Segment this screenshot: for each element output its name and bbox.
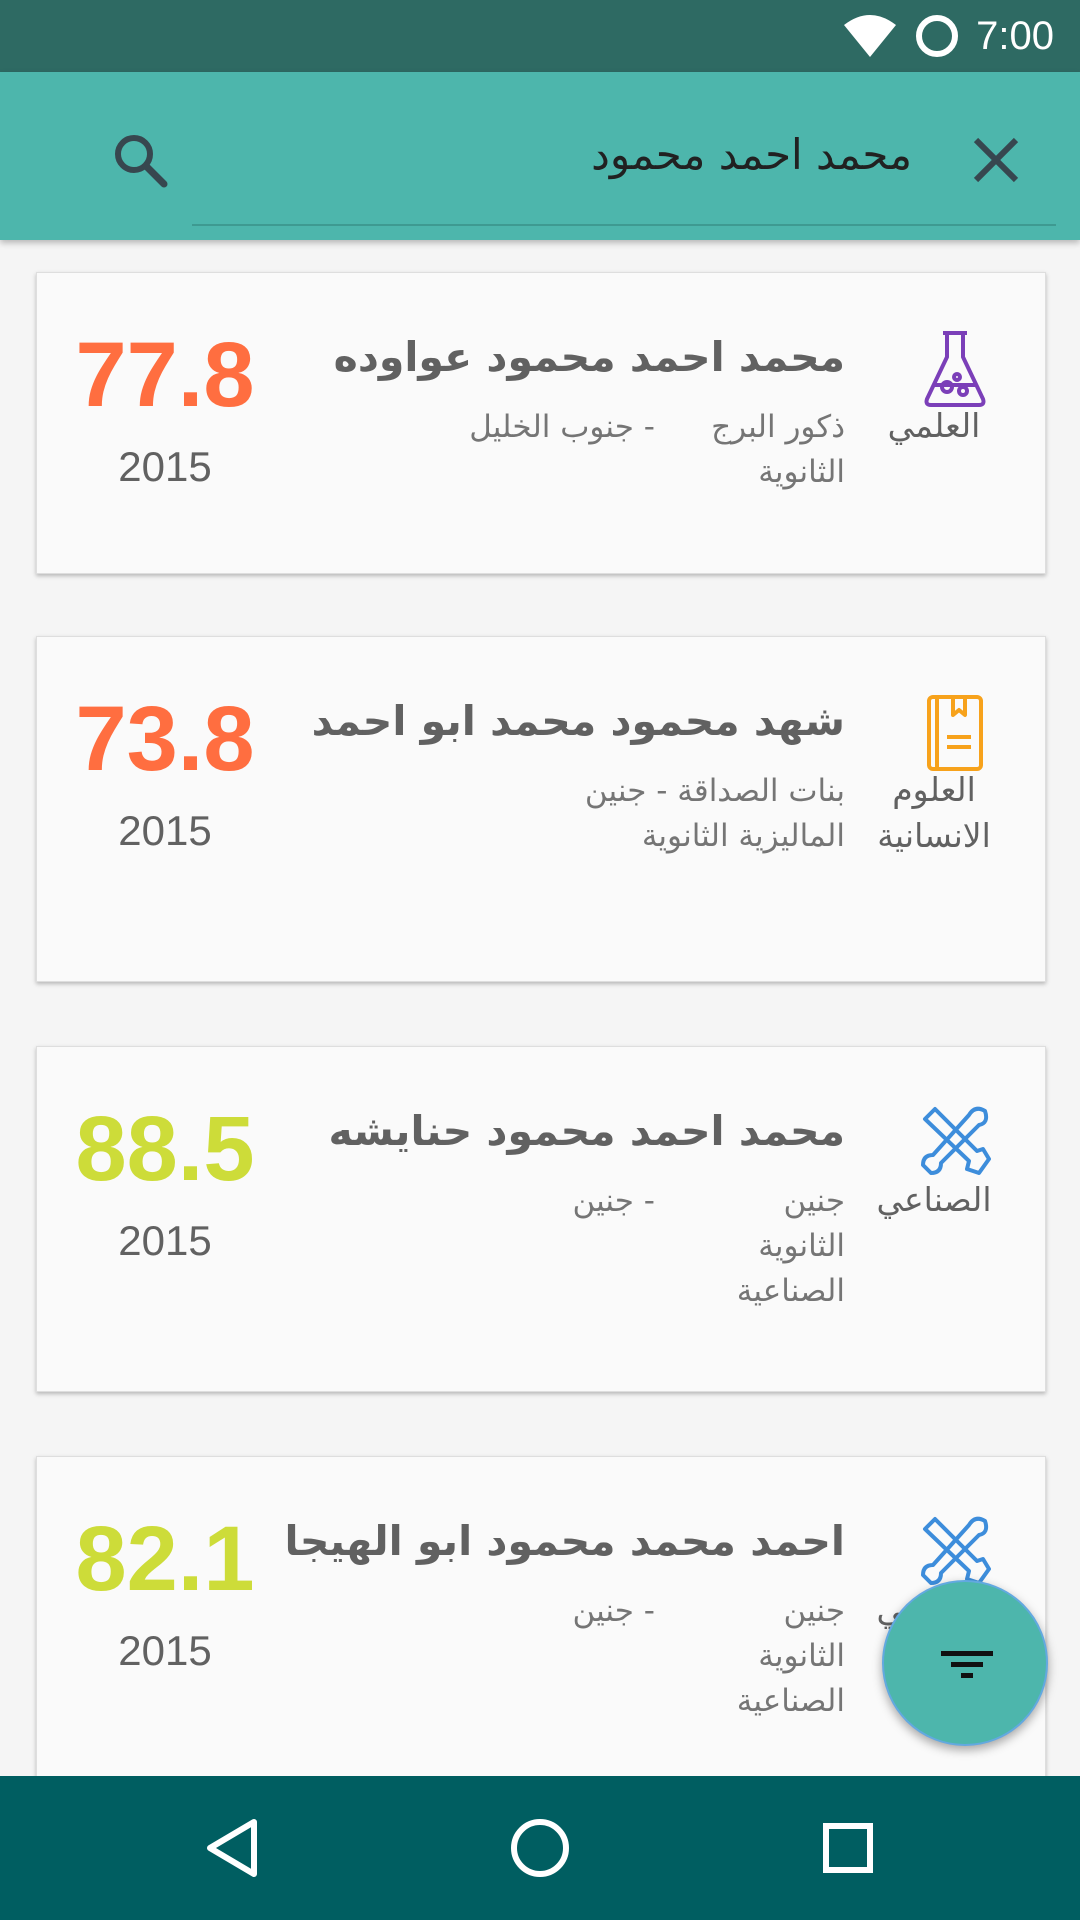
score-value: 82.1 [75,1508,255,1610]
result-card[interactable]: الصناعي محمد احمد محمود حنايشه جنين الثا… [36,1046,1046,1392]
school-name: ذكور البرج الثانوية [711,409,845,490]
search-button[interactable] [108,128,172,192]
system-nav-bar [0,1776,1080,1920]
home-circle-icon [511,1819,569,1877]
branch-label: العلوم الانسانية [877,770,991,855]
score-value: 88.5 [75,1098,255,1200]
search-icon [115,135,168,188]
clear-search-button[interactable] [968,132,1024,188]
school-name: جنين الثانوية الصناعية [736,1593,845,1719]
nav-home-button[interactable] [504,1812,576,1884]
search-app-bar: محمد احمد محمود [0,72,1080,240]
nav-back-button[interactable] [196,1812,268,1884]
filter-icon [941,1651,993,1678]
branch-label: الصناعي [876,1180,992,1219]
tools-icon [921,1106,991,1175]
score-value: 77.8 [75,324,255,426]
branch-label: العلمي [887,406,981,445]
search-underline [192,224,1056,226]
district-name: - جنوب الخليل [469,409,655,445]
exam-year: 2015 [118,1217,212,1264]
close-icon [973,137,1019,183]
status-bar: 7:00 [0,0,1080,72]
exam-year: 2015 [118,807,212,854]
book-icon [927,695,983,771]
student-name: احمد محمد محمود ابو الهيجا [284,1517,846,1565]
recents-square-icon [823,1823,873,1873]
search-input[interactable]: محمد احمد محمود [591,120,912,190]
score-value: 73.8 [75,688,255,790]
district-name: - جنين [572,1183,655,1219]
result-card[interactable]: العلمي محمد احمد محمود عواوده ذكور البرج… [36,272,1046,574]
flask-icon [924,331,986,407]
school-name: جنين الثانوية الصناعية [736,1183,845,1309]
student-name: محمد احمد محمود حنايشه [328,1107,845,1155]
result-card[interactable]: العلوم الانسانية شهد محمود محمد ابو احمد… [36,636,1046,982]
results-list[interactable]: العلمي محمد احمد محمود عواوده ذكور البرج… [0,240,1080,1776]
nav-recents-button[interactable] [812,1812,884,1884]
exam-year: 2015 [118,443,212,490]
back-triangle-icon [207,1819,257,1877]
signal-circle-icon [916,15,959,57]
student-name: شهد محمود محمد ابو احمد [311,697,845,745]
student-name: محمد احمد محمود عواوده [333,333,845,381]
filter-fab-button[interactable] [882,1580,1048,1746]
result-card[interactable]: الصناعي احمد محمد محمود ابو الهيجا جنين … [36,1456,1046,1776]
wifi-icon [844,15,897,57]
exam-year: 2015 [118,1627,212,1674]
status-time: 7:00 [976,13,1054,58]
district-name: - جنين [572,1593,655,1629]
school-name: بنات الصداقة - جنين الماليزية الثانوية [584,773,845,854]
